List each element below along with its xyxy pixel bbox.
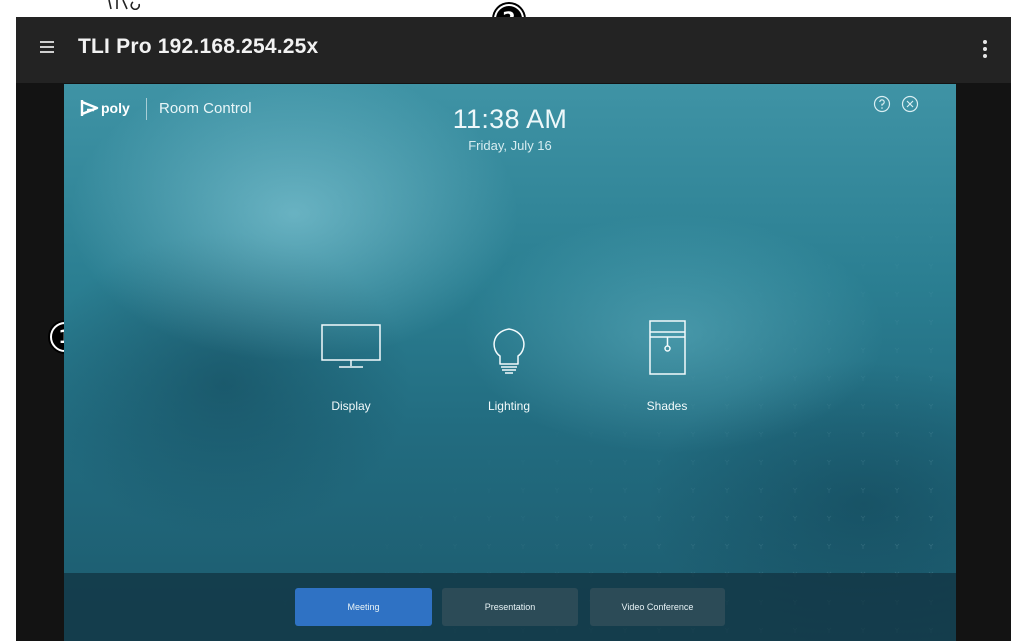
close-icon[interactable] — [901, 95, 919, 113]
shades-label: Shades — [646, 399, 688, 413]
app-title: TLI Pro 192.168.254.25x — [78, 35, 319, 58]
help-icon[interactable] — [873, 95, 891, 113]
mode-bar: Meeting Presentation Video Conference — [64, 573, 956, 641]
clock-date: Friday, July 16 — [468, 138, 552, 153]
title-bar: TLI Pro 192.168.254.25x — [16, 17, 1011, 83]
video-conference-mode-button[interactable]: Video Conference — [590, 588, 725, 626]
display-label: Display — [331, 399, 371, 413]
lightbulb-icon — [493, 328, 525, 374]
room-control-screen: poly Room Control 11:38 AM Friday, July … — [64, 84, 956, 641]
hamburger-menu-icon[interactable] — [40, 41, 54, 57]
clock-time: 11:38 AM — [452, 104, 568, 134]
presentation-mode-button[interactable]: Presentation — [442, 588, 578, 626]
lighting-tile[interactable]: Lighting — [449, 320, 569, 420]
monitor-icon — [321, 324, 381, 368]
display-tile[interactable]: Display — [291, 320, 411, 420]
kebab-menu-icon[interactable] — [982, 40, 988, 60]
lighting-label: Lighting — [487, 399, 531, 413]
shades-tile[interactable]: Shades — [607, 320, 727, 420]
room-control-header: poly Room Control 11:38 AM Friday, July … — [64, 84, 956, 153]
cropped-text-fragment — [108, 0, 141, 10]
meeting-mode-button[interactable]: Meeting — [295, 588, 432, 626]
window-shade-icon — [649, 320, 686, 375]
